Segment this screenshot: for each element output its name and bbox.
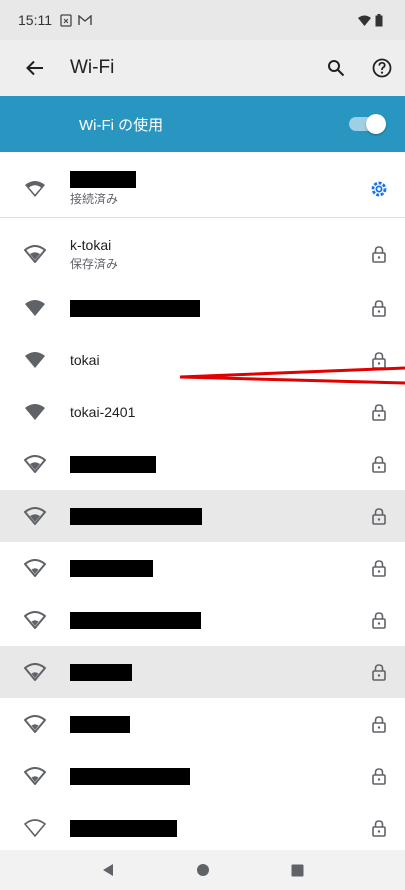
triangle-back-icon — [102, 864, 113, 876]
network-settings-button[interactable] — [353, 179, 405, 199]
help-icon — [372, 58, 392, 78]
help-button[interactable] — [359, 58, 405, 78]
redacted-network-name — [70, 299, 200, 317]
wifi-master-switch-label: Wi-Fi の使用 — [79, 116, 164, 134]
lock-icon — [353, 245, 405, 263]
redacted-network-name — [70, 559, 153, 577]
app-bar: Wi-Fi — [0, 40, 405, 96]
redacted-network-name — [70, 455, 156, 473]
wifi-signal-icon — [0, 663, 70, 681]
network-item-highlighted[interactable] — [0, 490, 405, 542]
nav-home-button[interactable] — [183, 850, 223, 890]
wifi-status-icon — [358, 15, 371, 26]
lock-icon — [353, 507, 405, 525]
nav-recents-button[interactable] — [278, 850, 318, 890]
lock-icon — [353, 715, 405, 733]
circle-home-icon — [196, 864, 209, 876]
network-text — [70, 819, 353, 837]
battery-icon — [375, 13, 383, 26]
network-name: tokai — [70, 352, 100, 368]
network-text — [70, 767, 353, 785]
lock-icon — [353, 351, 405, 369]
network-item[interactable]: tokai-2401 — [0, 386, 405, 438]
back-button[interactable] — [0, 60, 70, 76]
wifi-toggle-switch[interactable] — [349, 114, 386, 134]
network-item[interactable] — [0, 750, 405, 802]
nav-back-button[interactable] — [88, 850, 128, 890]
network-list: 接続済み k-tokai 保存済み tokai tokai-2401 — [0, 160, 405, 854]
network-item[interactable]: tokai — [0, 334, 405, 386]
network-text — [70, 663, 353, 681]
network-text — [70, 507, 353, 525]
network-item-connected[interactable]: 接続済み — [0, 160, 405, 218]
wifi-signal-icon — [0, 715, 70, 733]
wifi-signal-icon — [0, 299, 70, 317]
network-item[interactable]: k-tokai 保存済み — [0, 226, 405, 282]
wifi-master-switch-bar[interactable]: Wi-Fi の使用 — [0, 96, 405, 152]
network-status: 接続済み — [70, 191, 119, 206]
redacted-network-name — [70, 819, 177, 837]
wifi-signal-icon — [0, 819, 70, 837]
network-item[interactable] — [0, 594, 405, 646]
network-status: 保存済み — [70, 256, 119, 271]
search-icon — [328, 60, 345, 77]
system-icons — [358, 13, 383, 27]
network-text — [70, 455, 353, 473]
network-text: k-tokai 保存済み — [70, 237, 353, 272]
lock-icon — [353, 559, 405, 577]
gear-icon — [371, 181, 387, 196]
lock-icon — [353, 455, 405, 473]
wifi-signal-icon — [0, 455, 70, 473]
network-text: 接続済み — [70, 170, 353, 207]
status-time: 15:11 — [18, 12, 52, 28]
lock-icon — [353, 663, 405, 681]
network-text — [70, 299, 353, 317]
search-button[interactable] — [313, 59, 359, 77]
lock-icon — [353, 819, 405, 837]
network-name: k-tokai — [70, 236, 112, 253]
network-text — [70, 559, 353, 577]
network-item[interactable] — [0, 438, 405, 490]
network-item[interactable] — [0, 802, 405, 854]
network-item[interactable] — [0, 282, 405, 334]
wifi-signal-icon — [0, 767, 70, 785]
page-title: Wi-Fi — [70, 57, 115, 78]
network-name: tokai-2401 — [70, 404, 136, 420]
arrow-back-icon — [26, 60, 43, 76]
redacted-network-name — [70, 767, 190, 785]
redacted-network-name — [70, 507, 202, 525]
mail-notification-icon — [78, 14, 92, 25]
notification-icons — [60, 13, 92, 27]
network-text: tokai — [70, 352, 353, 368]
sim-notification-icon — [60, 13, 72, 27]
redacted-network-name — [70, 663, 132, 681]
wifi-signal-icon — [0, 559, 70, 577]
lock-icon — [353, 611, 405, 629]
network-item-highlighted[interactable] — [0, 646, 405, 698]
toggle-knob — [366, 114, 386, 134]
lock-icon — [353, 299, 405, 317]
square-recents-icon — [291, 864, 304, 876]
network-text: tokai-2401 — [70, 404, 353, 420]
status-bar: 15:11 — [0, 0, 405, 40]
lock-icon — [353, 403, 405, 421]
network-item[interactable] — [0, 698, 405, 750]
navigation-bar — [0, 850, 405, 890]
wifi-signal-icon — [0, 245, 70, 263]
wifi-signal-icon — [0, 611, 70, 629]
wifi-signal-icon — [0, 507, 70, 525]
network-text — [70, 715, 353, 733]
redacted-network-name — [70, 715, 130, 733]
redacted-network-name — [70, 170, 136, 188]
redacted-network-name — [70, 611, 201, 629]
lock-icon — [353, 767, 405, 785]
network-text — [70, 611, 353, 629]
wifi-signal-icon — [0, 351, 70, 369]
wifi-signal-icon — [0, 180, 70, 198]
wifi-signal-icon — [0, 403, 70, 421]
network-item[interactable] — [0, 542, 405, 594]
